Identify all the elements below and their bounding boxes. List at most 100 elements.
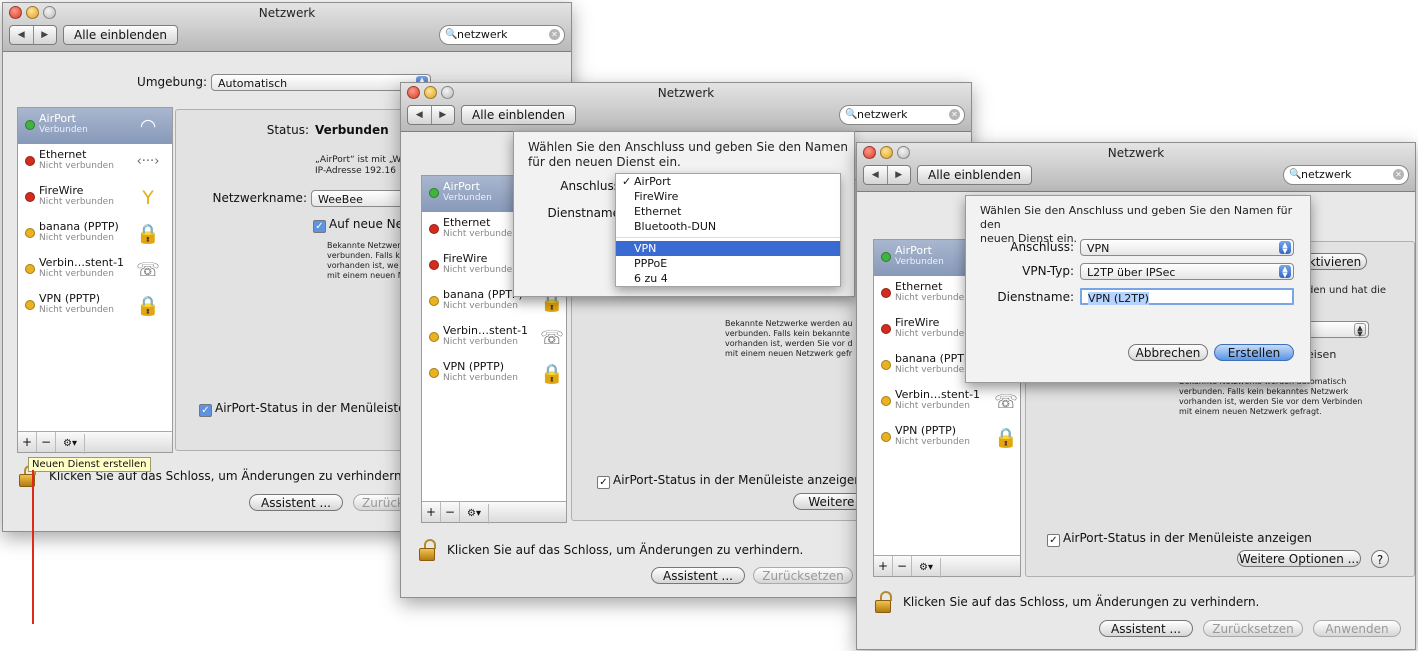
service-airport[interactable]: AirPort Verbunden ◠ [18, 108, 172, 144]
lock-icon[interactable] [875, 591, 892, 613]
menu-item-firewire[interactable]: FireWire [616, 189, 840, 204]
back-icon[interactable]: ◀ [10, 26, 34, 44]
status-dot [881, 360, 891, 370]
service-status: Nicht verbunden [895, 365, 970, 375]
location-popup[interactable]: Automatisch▲▼ [211, 74, 431, 91]
wifi-icon: ◠ [139, 115, 157, 137]
service-name-input[interactable]: VPN (L2TP) [1080, 288, 1294, 305]
port-label: Anschluss [560, 179, 620, 193]
clear-search-icon[interactable]: ✕ [1393, 169, 1404, 180]
lock-icon[interactable] [419, 539, 436, 561]
forward-icon[interactable]: ▶ [432, 106, 455, 124]
service-firewire[interactable]: FireWire Nicht verbunden Y [18, 180, 172, 216]
service-ethernet[interactable]: Ethernet Nicht verbunden ‹···› [18, 144, 172, 180]
status-dot [429, 368, 439, 378]
gear-icon[interactable]: ⚙▾ [460, 504, 489, 524]
ask-new-networks-checkbox[interactable]: ✓ Auf neue Net [313, 217, 408, 233]
deactivate-button[interactable]: ktivieren [1303, 253, 1367, 270]
status-dot [881, 432, 891, 442]
menu-separator [616, 237, 840, 238]
clear-search-icon[interactable]: ✕ [549, 29, 560, 40]
service-vpn-pptp[interactable]: VPN (PPTP) Nicht verbunden 🔒 [422, 356, 566, 392]
search-input[interactable]: netzwerk [857, 106, 907, 124]
service-vpn-pptp[interactable]: VPN (PPTP) Nicht verbunden 🔒 [18, 288, 172, 324]
assistant-button[interactable]: Assistent ... [249, 494, 343, 511]
back-icon[interactable]: ◀ [864, 166, 888, 184]
vpn-type-popup[interactable]: L2TP über IPSec ▲ ▼ [1080, 263, 1294, 280]
service-status: Nicht verbunden [895, 437, 970, 447]
reset-button[interactable]: Zurücksetzen [1203, 620, 1303, 637]
reset-button[interactable]: Zurücksetzen [753, 567, 853, 584]
menu-item-6to4[interactable]: 6 zu 4 [616, 271, 840, 286]
vpn-lock-icon: 🔒 [994, 427, 1018, 449]
search-field[interactable]: 🔍 netzwerk ✕ [839, 105, 965, 125]
create-button[interactable]: Erstellen [1214, 344, 1294, 361]
service-modem[interactable]: Verbin…stent-1 Nicht verbunden ☏ [18, 252, 172, 288]
vpn-type-value: L2TP über IPSec [1087, 266, 1176, 279]
menubar-status-checkbox[interactable]: ✓ AirPort-Status in der Menüleiste anzeig… [597, 473, 862, 489]
service-status: Verbunden [895, 257, 944, 267]
menu-item-ethernet[interactable]: Ethernet [616, 204, 840, 219]
service-modem[interactable]: Verbin…stent-1 Nicht verbunden ☏ [422, 320, 566, 356]
menu-item-airport[interactable]: ✓ AirPort [616, 174, 840, 189]
forward-icon[interactable]: ▶ [34, 26, 57, 44]
checkmark-icon: ✓ [1047, 534, 1060, 547]
assistant-button[interactable]: Assistent ... [651, 567, 745, 584]
service-name: FireWire [443, 252, 488, 265]
service-status: Nicht verbunden [39, 233, 114, 243]
clear-search-icon[interactable]: ✕ [949, 109, 960, 120]
remove-service-button[interactable]: − [441, 502, 460, 522]
help-button[interactable]: ? [1371, 550, 1389, 568]
forward-icon[interactable]: ▶ [888, 166, 911, 184]
status-dot [429, 224, 439, 234]
menubar-status-checkbox[interactable]: ✓ AirPort-Status in der Menüleiste an [199, 401, 424, 417]
service-name: Verbin…stent-1 [895, 388, 981, 401]
service-name: banana (PPTP [895, 352, 971, 365]
status-dot [25, 264, 35, 274]
service-name: FireWire [895, 316, 940, 329]
menubar-status-checkbox[interactable]: ✓ AirPort-Status in der Menüleiste anzeig… [1047, 531, 1312, 547]
menu-item-bluetooth-dun[interactable]: Bluetooth-DUN [616, 219, 840, 234]
service-name-label: Dienstname [547, 206, 620, 220]
remove-service-button[interactable]: − [893, 556, 912, 576]
add-service-button[interactable]: + [874, 556, 893, 576]
cancel-button[interactable]: Abbrechen [1128, 344, 1208, 361]
show-all-button[interactable]: Alle einblenden [917, 165, 1032, 185]
lock-text: Klicken Sie auf das Schloss, um Änderung… [447, 543, 804, 557]
add-service-button[interactable]: + [422, 502, 441, 522]
service-vpn-pptp[interactable]: VPN (PPTP) Nicht verbunden 🔒 [874, 420, 1020, 456]
search-input[interactable]: netzwerk [1301, 166, 1351, 184]
gear-icon[interactable]: ⚙▾ [56, 434, 85, 454]
known-networks-text: Bekannte Netzwerke werden au verbunden. F… [725, 319, 853, 358]
show-all-button[interactable]: Alle einblenden [63, 25, 178, 45]
service-status: Verbunden [443, 193, 492, 203]
sheet-instructions: Wählen Sie den Anschluss und geben Sie d… [528, 140, 848, 169]
back-icon[interactable]: ◀ [408, 106, 432, 124]
service-modem[interactable]: Verbin…stent-1 Nicht verbunden ☏ [874, 384, 1020, 420]
search-field[interactable]: 🔍 netzwerk ✕ [1283, 165, 1409, 185]
assistant-button[interactable]: Assistent ... [1099, 620, 1193, 637]
service-name: VPN (PPTP) [39, 292, 101, 305]
search-input[interactable]: netzwerk [457, 26, 507, 44]
phone-modem-icon: ☏ [136, 259, 160, 281]
partial-status-text: den und hat die [1307, 285, 1387, 296]
service-name: banana (PPTP) [443, 288, 523, 301]
apply-button[interactable]: Anwenden [1313, 620, 1401, 637]
vpn-lock-icon: 🔒 [540, 363, 564, 385]
search-field[interactable]: 🔍 netzwerk ✕ [439, 25, 565, 45]
add-service-button[interactable]: + [18, 432, 37, 452]
port-popup[interactable]: VPN ▲ ▼ [1080, 239, 1294, 256]
menu-item-vpn[interactable]: VPN [616, 241, 840, 256]
show-all-button[interactable]: Alle einblenden [461, 105, 576, 125]
status-dot [429, 188, 439, 198]
known-networks-text: Bekannte Netzwerke werden automatischver… [1179, 377, 1363, 416]
network-name-popup[interactable]: WeeBee [311, 190, 411, 207]
service-status: Nicht verbunden [443, 373, 518, 383]
network-name-label: Netzwerkname: [212, 191, 307, 205]
service-name: Ethernet [39, 148, 87, 161]
menu-item-pppoe[interactable]: PPPoE [616, 256, 840, 271]
gear-icon[interactable]: ⚙▾ [912, 558, 941, 578]
service-banana-pptp[interactable]: banana (PPTP) Nicht verbunden 🔒 [18, 216, 172, 252]
more-options-button[interactable]: Weitere Optionen ... [1237, 550, 1361, 567]
remove-service-button[interactable]: − [37, 432, 56, 452]
